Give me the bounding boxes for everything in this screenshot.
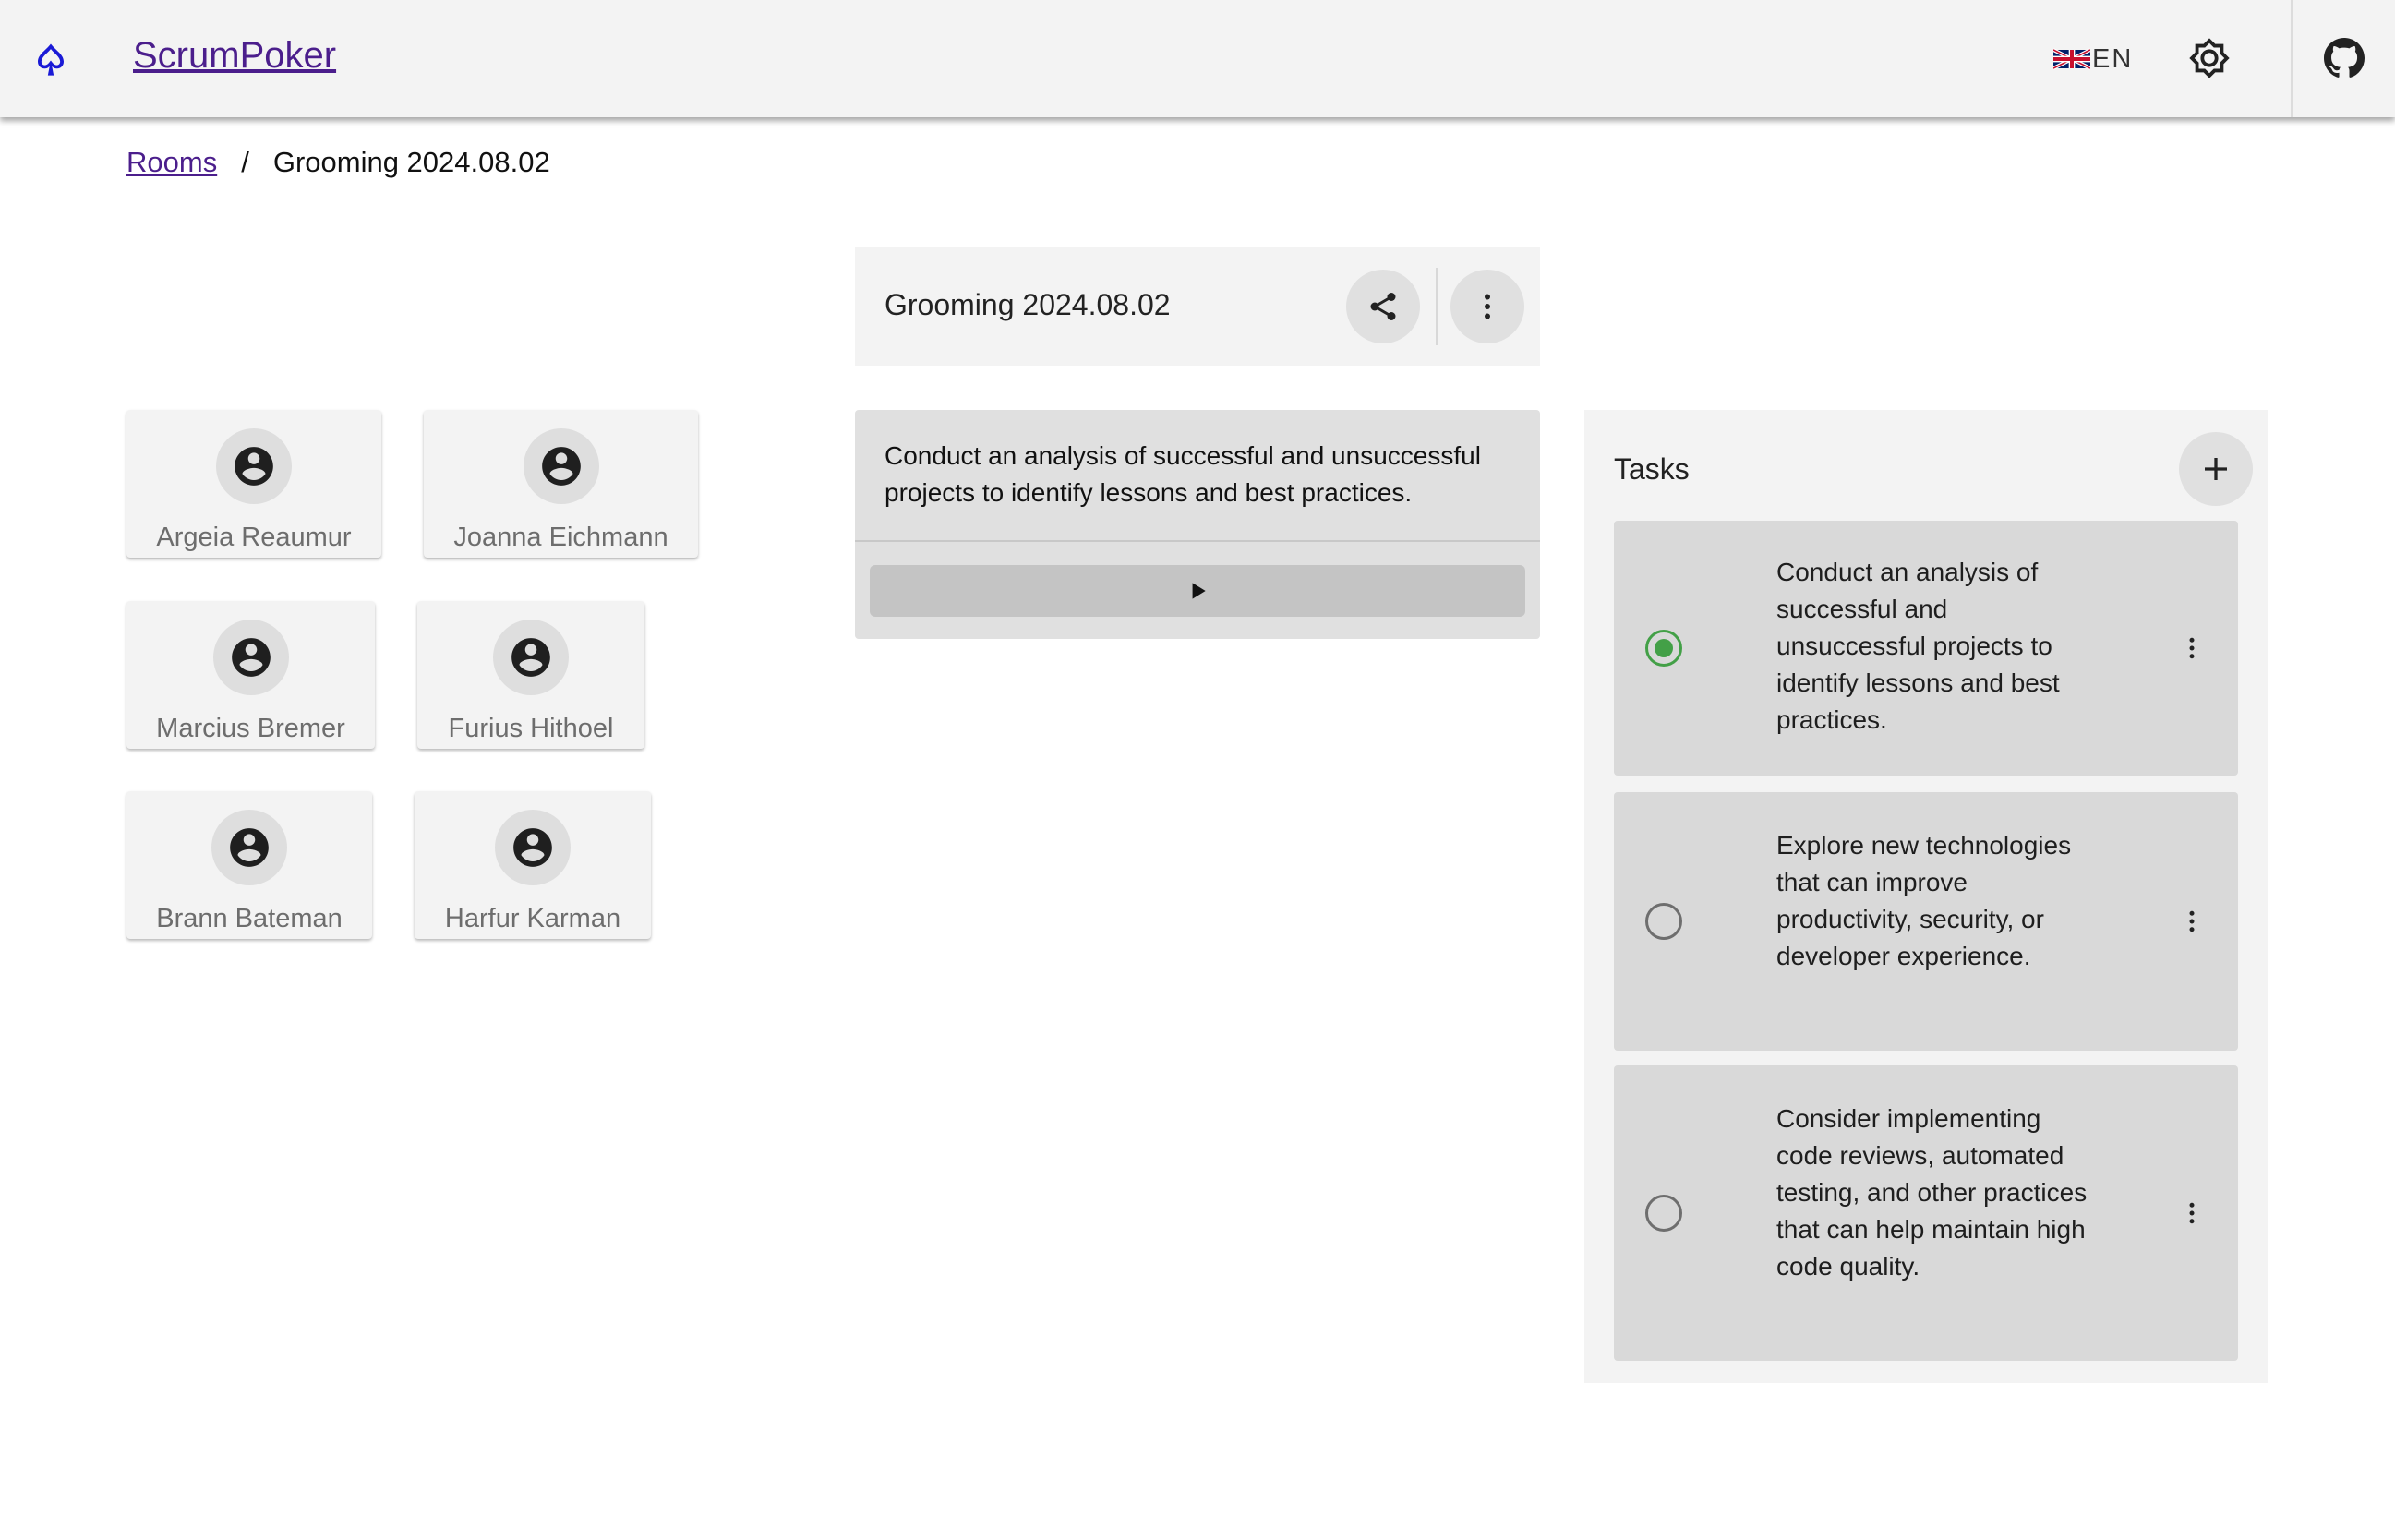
- task-item[interactable]: Explore new technologies that can improv…: [1614, 792, 2238, 1051]
- more-vert-icon: [1485, 294, 1490, 319]
- participant-name: Furius Hithoel: [448, 714, 614, 743]
- share-icon: [1370, 293, 1396, 320]
- task-text: Consider implementing code reviews, auto…: [1776, 1104, 2088, 1281]
- more-vert-icon: [2189, 910, 2195, 932]
- participant-card: Joanna Eichmann: [424, 410, 698, 558]
- add-task-button[interactable]: [2179, 432, 2253, 506]
- current-task-text: Conduct an analysis of successful and un…: [885, 441, 1481, 507]
- room-title: Grooming 2024.08.02: [885, 288, 1171, 321]
- task-text: Conduct an analysis of successful and un…: [1776, 558, 2060, 734]
- task-menu-button[interactable]: [2177, 630, 2207, 667]
- language-label: EN: [2092, 43, 2134, 74]
- more-vert-icon: [2189, 637, 2195, 659]
- avatar: [495, 810, 571, 885]
- account-circle-icon: [513, 828, 552, 867]
- breadcrumb-rooms-link[interactable]: Rooms: [126, 146, 217, 179]
- current-task-card: Conduct an analysis of successful and un…: [855, 410, 1540, 639]
- task-item[interactable]: Conduct an analysis of successful and un…: [1614, 521, 2238, 776]
- more-vert-icon: [2189, 1202, 2195, 1224]
- breadcrumb-current: Grooming 2024.08.02: [272, 146, 550, 178]
- task-item[interactable]: Consider implementing code reviews, auto…: [1614, 1065, 2238, 1361]
- participant-card: Argeia Reaumur: [126, 410, 381, 558]
- room-toolbar: Grooming 2024.08.02: [855, 247, 1540, 366]
- tasks-panel: Tasks Conduct an analysis of successful …: [1584, 410, 2268, 1383]
- app-bar: ScrumPoker EN: [0, 0, 2395, 117]
- avatar: [212, 620, 289, 695]
- share-button[interactable]: [1346, 270, 1420, 343]
- play-icon: [1192, 583, 1206, 599]
- participant-name: Harfur Karman: [444, 904, 621, 933]
- brand-link[interactable]: ScrumPoker: [133, 35, 336, 77]
- account-circle-icon: [231, 638, 271, 677]
- current-task-divider: [855, 540, 1540, 542]
- task-menu-button[interactable]: [2177, 1195, 2207, 1232]
- brightness-icon[interactable]: [2188, 37, 2231, 79]
- participant-name: Marcius Bremer: [156, 714, 345, 743]
- avatar: [523, 428, 599, 504]
- participant-name: Joanna Eichmann: [453, 523, 668, 552]
- plus-icon: [2205, 458, 2227, 480]
- task-menu-button[interactable]: [2177, 903, 2207, 940]
- github-icon[interactable]: [2324, 38, 2365, 78]
- participant-card: Harfur Karman: [415, 791, 651, 939]
- toolbar-divider: [1436, 268, 1438, 345]
- avatar: [216, 428, 292, 504]
- account-circle-icon: [230, 828, 269, 867]
- room-menu-button[interactable]: [1450, 270, 1524, 343]
- avatar: [493, 620, 569, 695]
- task-radio[interactable]: [1645, 1195, 1682, 1232]
- breadcrumb-separator: /: [241, 146, 249, 178]
- breadcrumb: Rooms / Grooming 2024.08.02: [126, 146, 550, 179]
- task-text: Explore new technologies that can improv…: [1776, 831, 2072, 970]
- participant-name: Brann Bateman: [156, 904, 343, 933]
- appbar-divider: [2291, 0, 2293, 117]
- language-selector[interactable]: EN: [2053, 42, 2133, 76]
- start-voting-button[interactable]: [870, 565, 1525, 617]
- avatar: [211, 810, 287, 885]
- account-circle-icon: [511, 638, 550, 677]
- participant-card: Marcius Bremer: [126, 601, 375, 749]
- participant-name: Argeia Reaumur: [156, 523, 352, 552]
- uk-flag-icon: [2053, 48, 2090, 70]
- participant-card: Brann Bateman: [126, 791, 372, 939]
- task-radio-selected[interactable]: [1645, 630, 1682, 667]
- task-radio[interactable]: [1645, 903, 1682, 940]
- participant-card: Furius Hithoel: [417, 601, 644, 749]
- account-circle-icon: [541, 447, 581, 486]
- spade-logo-icon[interactable]: [31, 41, 70, 79]
- tasks-title: Tasks: [1614, 452, 1690, 486]
- account-circle-icon: [235, 447, 273, 486]
